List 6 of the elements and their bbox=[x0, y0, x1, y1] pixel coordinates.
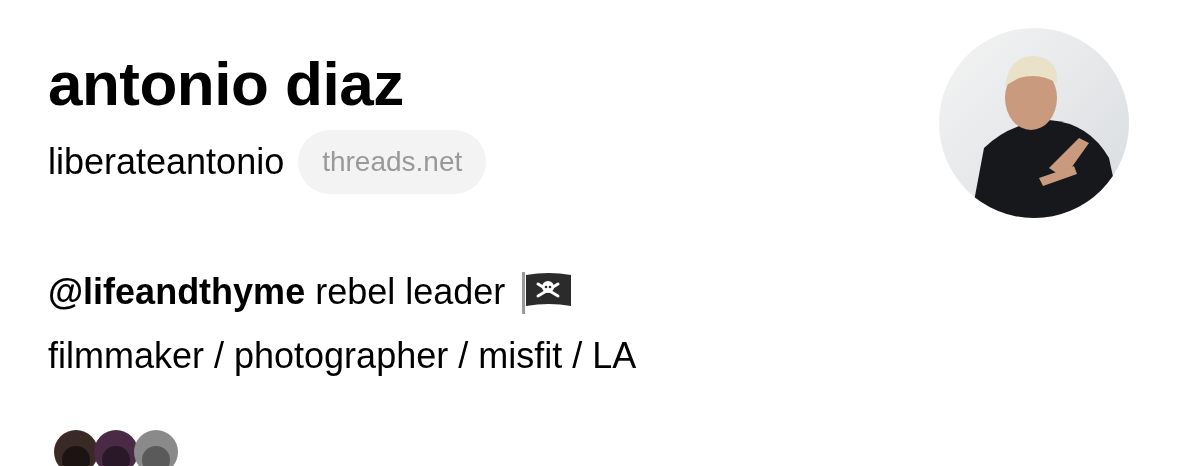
username: liberateantonio bbox=[48, 141, 285, 184]
bio-text: @lifeandthyme rebel leader bbox=[48, 272, 506, 312]
bio-text: filmmaker / photographer / misfit / LA bbox=[48, 336, 637, 376]
profile-name: antonio diaz bbox=[48, 50, 405, 119]
domain-badge[interactable]: threads.net bbox=[298, 130, 487, 195]
pirate-flag-icon bbox=[521, 270, 574, 314]
